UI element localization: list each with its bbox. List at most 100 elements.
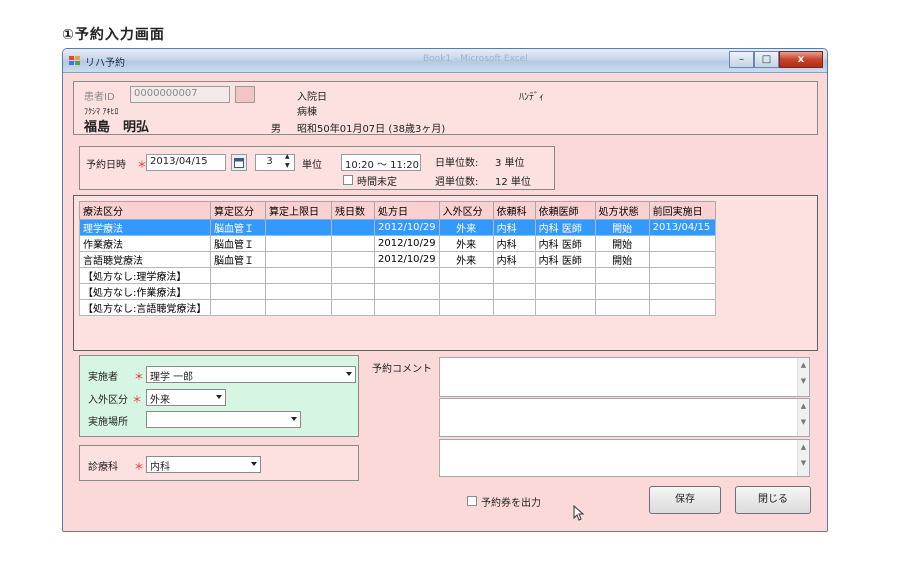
inout-value: 外来 xyxy=(150,395,170,406)
maximize-button[interactable]: □ xyxy=(754,51,779,68)
table-cell: 理学療法 xyxy=(79,219,211,236)
time-undecided-checkbox[interactable] xyxy=(343,175,353,185)
table-cell: 脳血管Ｉ xyxy=(210,251,266,268)
department-select[interactable]: 内科 xyxy=(146,456,261,473)
scroll-up-icon[interactable]: ▲ xyxy=(798,443,809,451)
inout-select[interactable]: 外来 xyxy=(146,389,226,406)
table-cell xyxy=(265,267,332,284)
chevron-down-icon xyxy=(291,417,297,421)
scroll-down-icon[interactable]: ▼ xyxy=(798,418,809,426)
table-cell xyxy=(648,235,716,252)
comment-label: 予約コメント xyxy=(372,364,432,375)
admission-date-label: 入院日 xyxy=(297,92,327,103)
column-header[interactable]: 算定区分 xyxy=(210,201,266,220)
chevron-down-icon xyxy=(251,462,257,466)
scroll-up-icon[interactable]: ▲ xyxy=(798,402,809,410)
patient-name: 福島 明弘 xyxy=(84,120,150,135)
table-cell xyxy=(438,267,494,284)
table-cell: 脳血管Ｉ xyxy=(210,219,266,236)
department-label: 診療科 xyxy=(88,462,118,473)
table-row[interactable]: 理学療法 脳血管Ｉ 2012/10/29 外来 内科 内科 医師 開始 2013/04/15 xyxy=(79,219,716,236)
comment-field-3[interactable]: ▲ ▼ xyxy=(439,439,810,477)
table-row[interactable]: 【処方なし:作業療法】 xyxy=(79,283,716,300)
comment-field-1[interactable]: ▲ ▼ xyxy=(439,357,810,397)
table-cell xyxy=(374,299,440,316)
performer-value: 理学 一郎 xyxy=(150,372,194,383)
table-row[interactable]: 【処方なし:言語聴覚療法】 xyxy=(79,299,716,316)
week-units-label: 週単位数: xyxy=(435,177,479,188)
reservation-window: リハ予約 Book1 - Microsoft Excel – □ x 患者ID … xyxy=(62,48,828,532)
column-header[interactable]: 療法区分 xyxy=(79,201,211,220)
close-window-button[interactable]: x xyxy=(779,51,823,68)
scrollbar[interactable]: ▲ ▼ xyxy=(797,440,809,476)
scrollbar[interactable]: ▲ ▼ xyxy=(797,399,809,436)
department-value: 内科 xyxy=(150,462,170,473)
performer-panel: 実施者 ＊ 理学 一郎 入外区分 ＊ 外来 実施場所 xyxy=(79,355,359,437)
table-cell xyxy=(210,267,266,284)
table-cell: 内科 xyxy=(492,219,536,236)
window-title: リハ予約 xyxy=(85,58,125,69)
table-cell xyxy=(265,283,332,300)
save-button[interactable]: 保存 xyxy=(649,486,721,514)
patient-id-label: 患者ID xyxy=(84,92,115,103)
calendar-icon xyxy=(234,158,244,168)
scroll-down-icon[interactable]: ▼ xyxy=(798,459,809,467)
table-cell xyxy=(534,267,596,284)
table-cell: 【処方なし:理学療法】 xyxy=(79,267,211,284)
table-cell xyxy=(594,267,650,284)
table-header-row: 療法区分 算定区分 算定上限日 残日数 処方日 入外区分 依頼科 依頼医師 処方… xyxy=(79,201,716,220)
table-cell xyxy=(492,283,536,300)
column-header[interactable]: 処方日 xyxy=(374,201,440,220)
column-header[interactable]: 処方状態 xyxy=(594,201,650,220)
table-cell xyxy=(265,251,332,268)
patient-search-button[interactable] xyxy=(235,86,255,103)
scroll-up-icon[interactable]: ▲ xyxy=(798,361,809,369)
patient-panel: 患者ID 0000000007 ﾌｸｼﾏ ｱｷﾋﾛ 福島 明弘 男 入院日 病棟… xyxy=(73,81,818,135)
column-header[interactable]: 算定上限日 xyxy=(265,201,332,220)
comment-field-2[interactable]: ▲ ▼ xyxy=(439,398,810,437)
patient-sex: 男 xyxy=(271,124,281,135)
page-caption: ①予約入力画面 xyxy=(62,27,165,43)
column-header[interactable]: 残日数 xyxy=(331,201,375,220)
table-row[interactable]: 作業療法 脳血管Ｉ 2012/10/29 外来 内科 内科 医師 開始 xyxy=(79,235,716,252)
table-cell xyxy=(492,299,536,316)
print-ticket-checkbox[interactable] xyxy=(467,496,477,506)
required-mark: ＊ xyxy=(132,395,142,406)
table-cell: 2012/10/29 xyxy=(374,219,440,236)
stepper-up-icon[interactable]: ▲ xyxy=(285,153,290,160)
column-header[interactable]: 前回実施日 xyxy=(648,201,716,220)
table-row[interactable]: 【処方なし:理学療法】 xyxy=(79,267,716,284)
performer-select[interactable]: 理学 一郎 xyxy=(146,366,356,383)
column-header[interactable]: 依頼医師 xyxy=(534,201,596,220)
stepper-down-icon[interactable]: ▼ xyxy=(285,162,290,169)
minimize-button[interactable]: – xyxy=(729,51,754,68)
table-cell xyxy=(648,267,716,284)
close-button[interactable]: 閉じる xyxy=(735,486,811,514)
scrollbar[interactable]: ▲ ▼ xyxy=(797,358,809,396)
table-cell: 【処方なし:言語聴覚療法】 xyxy=(79,299,211,316)
place-select[interactable] xyxy=(146,411,301,428)
reservation-date-label: 予約日時 xyxy=(86,160,126,171)
table-cell: 言語聴覚療法 xyxy=(79,251,211,268)
calendar-button[interactable] xyxy=(231,154,247,171)
column-header[interactable]: 入外区分 xyxy=(438,201,494,220)
chevron-down-icon xyxy=(216,395,222,399)
table-cell: 2012/10/29 xyxy=(374,235,440,252)
reservation-date-field[interactable]: 2013/04/15 xyxy=(146,154,226,171)
mouse-cursor-icon xyxy=(573,505,585,521)
table-cell xyxy=(210,299,266,316)
column-header[interactable]: 依頼科 xyxy=(492,201,536,220)
time-range-field[interactable]: 10:20 ～ 11:20 xyxy=(341,154,421,171)
prescription-table: 療法区分 算定区分 算定上限日 残日数 処方日 入外区分 依頼科 依頼医師 処方… xyxy=(79,201,716,316)
table-cell: 脳血管Ｉ xyxy=(210,235,266,252)
table-cell xyxy=(331,299,375,316)
place-label: 実施場所 xyxy=(88,417,128,428)
table-row[interactable]: 言語聴覚療法 脳血管Ｉ 2012/10/29 外来 内科 内科 医師 開始 xyxy=(79,251,716,268)
table-cell xyxy=(331,251,375,268)
table-cell: 内科 医師 xyxy=(534,219,596,236)
handy-label: ﾊﾝﾃﾞｨ xyxy=(519,92,544,103)
app-icon xyxy=(69,56,80,65)
scroll-down-icon[interactable]: ▼ xyxy=(798,377,809,385)
table-cell xyxy=(594,299,650,316)
patient-id-field[interactable]: 0000000007 xyxy=(130,86,230,103)
